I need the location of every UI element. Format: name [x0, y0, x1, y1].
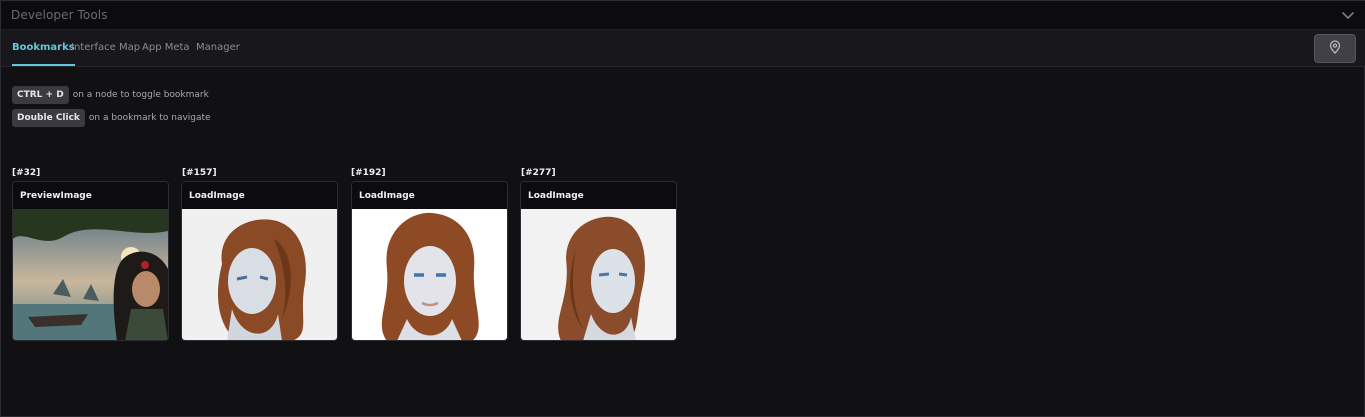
bookmark-id: [#277] [521, 168, 556, 178]
node-title: LoadImage [521, 182, 676, 209]
tab-bar: Bookmarks Interface Map App Meta Manager [1, 30, 1365, 67]
bookmark-card[interactable]: LoadImage [520, 181, 677, 341]
hint-navigate: Double Click on a bookmark to navigate [12, 109, 211, 127]
bookmark-id: [#32] [12, 168, 41, 178]
node-title: LoadImage [352, 182, 507, 209]
bookmark-card[interactable]: PreviewImage [12, 181, 169, 341]
shortcut-key: CTRL + D [12, 86, 69, 104]
node-title: LoadImage [182, 182, 337, 209]
panel-header[interactable]: Developer Tools [1, 1, 1365, 30]
developer-tools-panel: Developer Tools Bookmarks Interface Map … [0, 0, 1365, 417]
load-image-thumbnail [521, 209, 676, 340]
node-title: PreviewImage [13, 182, 168, 209]
tab-interface-map[interactable]: Interface Map [71, 42, 140, 66]
hint-text: on a bookmark to navigate [88, 113, 211, 123]
tab-app-meta[interactable]: App Meta [142, 42, 190, 66]
load-image-thumbnail [352, 209, 507, 340]
bookmark-id: [#192] [351, 168, 386, 178]
hint-toggle-bookmark: CTRL + D on a node to toggle bookmark [12, 86, 209, 104]
preview-image-thumbnail [13, 209, 168, 340]
hint-text: on a node to toggle bookmark [72, 90, 209, 100]
panel-title: Developer Tools [11, 8, 108, 22]
bookmark-card[interactable]: LoadImage [351, 181, 508, 341]
locate-button[interactable] [1314, 34, 1356, 63]
location-pin-icon [1328, 39, 1342, 58]
tab-manager[interactable]: Manager [196, 42, 240, 66]
bookmark-id: [#157] [182, 168, 217, 178]
load-image-thumbnail [182, 209, 337, 340]
chevron-down-icon[interactable] [1340, 7, 1356, 23]
bookmark-card[interactable]: LoadImage [181, 181, 338, 341]
tab-bookmarks[interactable]: Bookmarks [12, 42, 75, 66]
shortcut-key: Double Click [12, 109, 85, 127]
